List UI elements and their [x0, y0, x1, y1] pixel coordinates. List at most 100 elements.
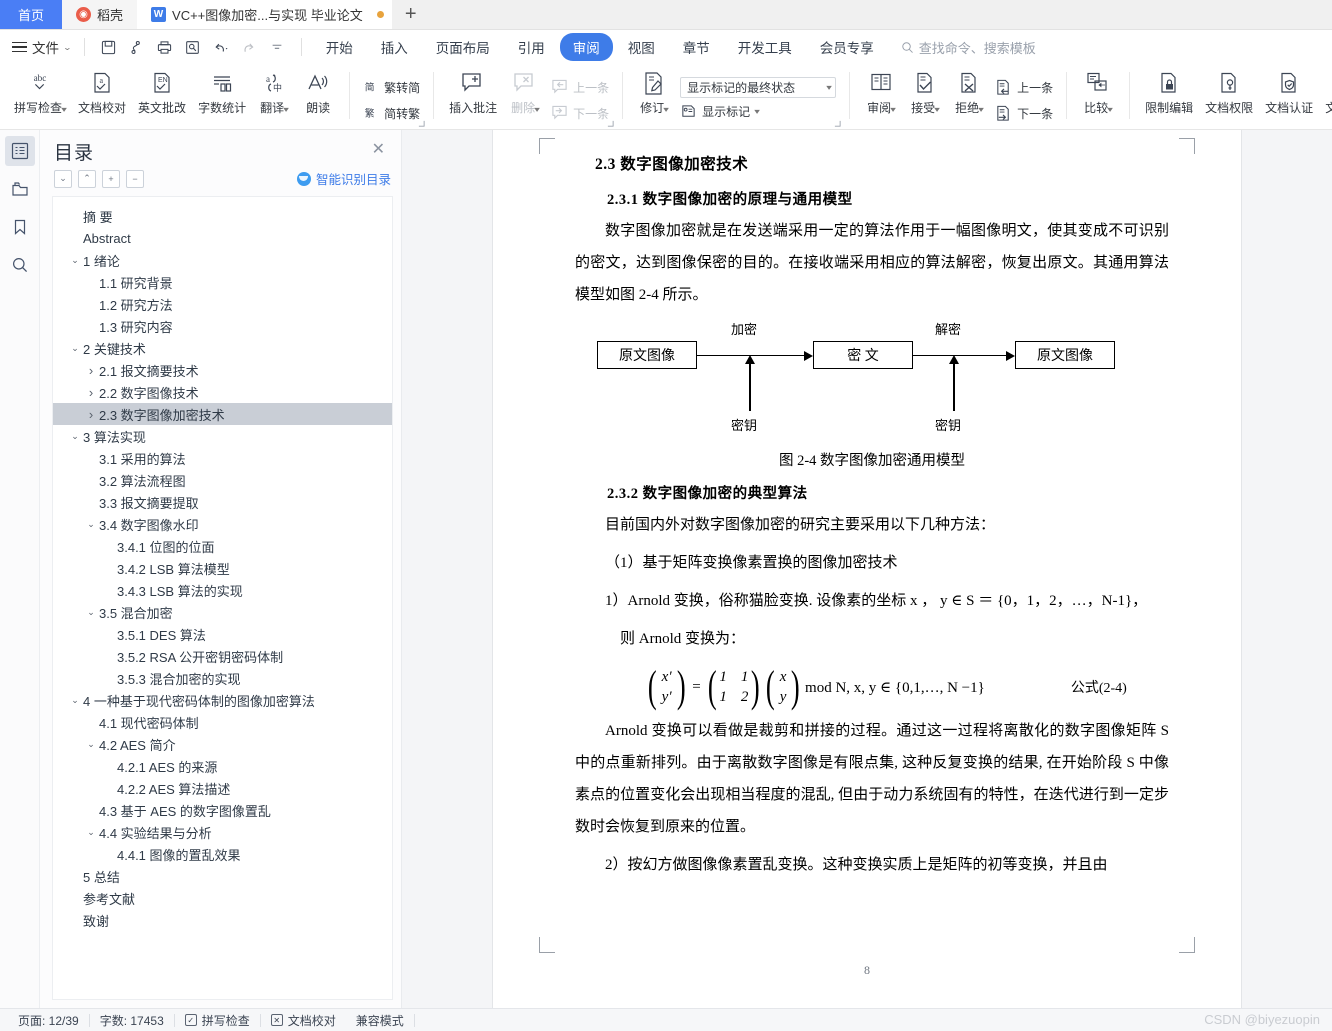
- toc-item[interactable]: ⌄ 3.4 数字图像水印: [53, 513, 392, 535]
- english-correct-button[interactable]: EN 英文批改: [132, 66, 192, 129]
- restrict-edit-button[interactable]: 限制编辑: [1139, 66, 1199, 129]
- toc-item[interactable]: › 2.2 数字图像技术: [53, 381, 392, 403]
- undo-icon[interactable]: [208, 34, 234, 60]
- toc-item[interactable]: ⌄ 1 绪论: [53, 249, 392, 271]
- translate-button[interactable]: a中 翻译 ▾: [252, 66, 296, 129]
- document-page[interactable]: 2.3 数字图像加密技术 2.3.1 数字图像加密的原理与通用模型 数字图像加密…: [493, 130, 1241, 1008]
- status-compat-mode[interactable]: 兼容模式: [346, 1012, 414, 1029]
- chevron-down-icon[interactable]: ⌄: [67, 431, 83, 442]
- delete-comment-button[interactable]: 删除 ▾: [503, 66, 547, 129]
- chevron-down-icon[interactable]: ⌄: [83, 607, 99, 618]
- toc-item[interactable]: ⌄ 3.5 混合加密: [53, 601, 392, 623]
- spellcheck-button[interactable]: abc 拼写检查 ▾: [8, 66, 72, 129]
- chevron-right-icon[interactable]: ›: [83, 363, 99, 378]
- ribbon-tab-view[interactable]: 视图: [615, 33, 668, 61]
- collapse-minus-icon[interactable]: −: [126, 169, 144, 188]
- ribbon-tab-devtools[interactable]: 开发工具: [725, 33, 805, 61]
- toc-item[interactable]: ›3.4.1 位图的位面: [53, 535, 392, 557]
- chevron-up-icon[interactable]: ⌃: [78, 169, 96, 188]
- toc-item[interactable]: ›1.2 研究方法: [53, 293, 392, 315]
- ribbon-tab-pagelayout[interactable]: 页面布局: [423, 33, 503, 61]
- smart-toc-button[interactable]: 智能识别目录: [296, 169, 391, 188]
- toc-item[interactable]: ›3.5.3 混合加密的实现: [53, 667, 392, 689]
- chevron-down-icon[interactable]: ⌄: [67, 343, 83, 354]
- toc-item[interactable]: ›3.3 报文摘要提取: [53, 491, 392, 513]
- toc-item[interactable]: ›3.4.2 LSB 算法模型: [53, 557, 392, 579]
- doc-certify-button[interactable]: 文档认证: [1259, 66, 1319, 129]
- read-aloud-button[interactable]: 朗读: [296, 66, 340, 129]
- status-proofread[interactable]: ✕ 文档校对: [261, 1012, 346, 1029]
- toc-item[interactable]: ⌄ 2 关键技术: [53, 337, 392, 359]
- tab-home[interactable]: 首页: [0, 0, 63, 29]
- next-comment-button[interactable]: 下一条: [551, 101, 609, 125]
- status-page-indicator[interactable]: 页面: 12/39: [8, 1012, 89, 1029]
- search-icon[interactable]: [5, 250, 35, 280]
- toc-item[interactable]: ›3.2 算法流程图: [53, 469, 392, 491]
- document-content[interactable]: 2.3 数字图像加密技术 2.3.1 数字图像加密的原理与通用模型 数字图像加密…: [575, 152, 1169, 881]
- chevron-down-icon[interactable]: ⌄: [67, 695, 83, 706]
- status-word-count[interactable]: 字数: 17453: [90, 1012, 174, 1029]
- show-markup-button[interactable]: 显示标记 ▾: [680, 100, 836, 124]
- file-menu-button[interactable]: 文件 ⌄: [6, 34, 79, 60]
- tab-document[interactable]: W VC++图像加密...与实现 毕业论文: [137, 0, 392, 29]
- group-expand-icon[interactable]: [834, 120, 841, 127]
- toc-item[interactable]: ›摘 要: [53, 205, 392, 227]
- markup-state-combo[interactable]: 显示标记的最终状态 ▾: [680, 76, 837, 98]
- toc-item[interactable]: ›致谢: [53, 909, 392, 931]
- prev-comment-button[interactable]: 上一条: [551, 75, 609, 99]
- toc-item[interactable]: ⌄ 4.4 实验结果与分析: [53, 821, 392, 843]
- ribbon-tab-insert[interactable]: 插入: [368, 33, 421, 61]
- toc-item[interactable]: ›1.3 研究内容: [53, 315, 392, 337]
- toc-item[interactable]: ›Abstract: [53, 227, 392, 249]
- reject-button[interactable]: 拒绝 ▾: [947, 66, 991, 129]
- toc-item[interactable]: ›参考文献: [53, 887, 392, 909]
- tab-daoke[interactable]: ◉ 稻壳: [62, 0, 138, 29]
- print-preview-icon[interactable]: [180, 34, 206, 60]
- toc-item[interactable]: ›4.3 基于 AES 的数字图像置乱: [53, 799, 392, 821]
- ribbon-tab-references[interactable]: 引用: [505, 33, 558, 61]
- toc-item[interactable]: ›4.1 现代密码体制: [53, 711, 392, 733]
- chevron-down-icon[interactable]: ⌄: [67, 255, 83, 266]
- print-icon[interactable]: [152, 34, 178, 60]
- toc-item[interactable]: ⌄ 3 算法实现: [53, 425, 392, 447]
- group-expand-icon[interactable]: [607, 120, 614, 127]
- share-icon[interactable]: [124, 34, 150, 60]
- next-change-button[interactable]: 下一条: [995, 101, 1053, 125]
- toc-item[interactable]: ›4.2.2 AES 算法描述: [53, 777, 392, 799]
- toc-item[interactable]: ›1.1 研究背景: [53, 271, 392, 293]
- track-changes-button[interactable]: 修订 ▾: [632, 66, 676, 129]
- word-count-button[interactable]: 字数统计: [192, 66, 252, 129]
- document-scroll-area[interactable]: 2.3 数字图像加密技术 2.3.1 数字图像加密的原理与通用模型 数字图像加密…: [402, 130, 1332, 1008]
- trad-to-simp-button[interactable]: 简 繁转简: [363, 75, 420, 99]
- ribbon-tab-member[interactable]: 会员专享: [807, 33, 887, 61]
- chevron-down-icon[interactable]: ⌄: [83, 519, 99, 530]
- close-icon[interactable]: ✕: [368, 138, 389, 162]
- compare-button[interactable]: 比较 ▾: [1076, 66, 1120, 129]
- chevron-down-icon[interactable]: ⌄: [83, 739, 99, 750]
- toc-item[interactable]: ›3.4.3 LSB 算法的实现: [53, 579, 392, 601]
- doc-finalize-button[interactable]: 文档定稿: [1319, 66, 1332, 129]
- chevron-right-icon[interactable]: ›: [83, 407, 99, 422]
- toc-item[interactable]: ›3.1 采用的算法: [53, 447, 392, 469]
- expand-plus-icon[interactable]: +: [102, 169, 120, 188]
- command-search[interactable]: 查找命令、搜索模板: [901, 38, 1036, 57]
- new-tab-button[interactable]: +: [392, 0, 430, 29]
- redo-icon[interactable]: [236, 34, 262, 60]
- outline-icon[interactable]: [4, 136, 35, 166]
- ribbon-tab-sections[interactable]: 章节: [670, 33, 723, 61]
- group-expand-icon[interactable]: [418, 120, 425, 127]
- toc-item[interactable]: ›3.5.2 RSA 公开密钥密码体制: [53, 645, 392, 667]
- toc-item[interactable]: ⌄ 4 一种基于现代密码体制的图像加密算法: [53, 689, 392, 711]
- directory-folder-icon[interactable]: [5, 174, 35, 204]
- toc-item[interactable]: › 2.1 报文摘要技术: [53, 359, 392, 381]
- status-spellcheck[interactable]: ✓ 拼写检查: [175, 1012, 260, 1029]
- more-commands-icon[interactable]: [264, 34, 290, 60]
- toc-item[interactable]: › 2.3 数字图像加密技术: [53, 403, 392, 425]
- toc-item[interactable]: ›4.2.1 AES 的来源: [53, 755, 392, 777]
- doc-proofread-button[interactable]: a 文档校对: [72, 66, 132, 129]
- chevron-right-icon[interactable]: ›: [83, 385, 99, 400]
- review-pane-button[interactable]: 审阅 ▾: [859, 66, 903, 129]
- insert-comment-button[interactable]: 插入批注: [443, 66, 503, 129]
- toc-item[interactable]: ›3.5.1 DES 算法: [53, 623, 392, 645]
- save-icon[interactable]: [96, 34, 122, 60]
